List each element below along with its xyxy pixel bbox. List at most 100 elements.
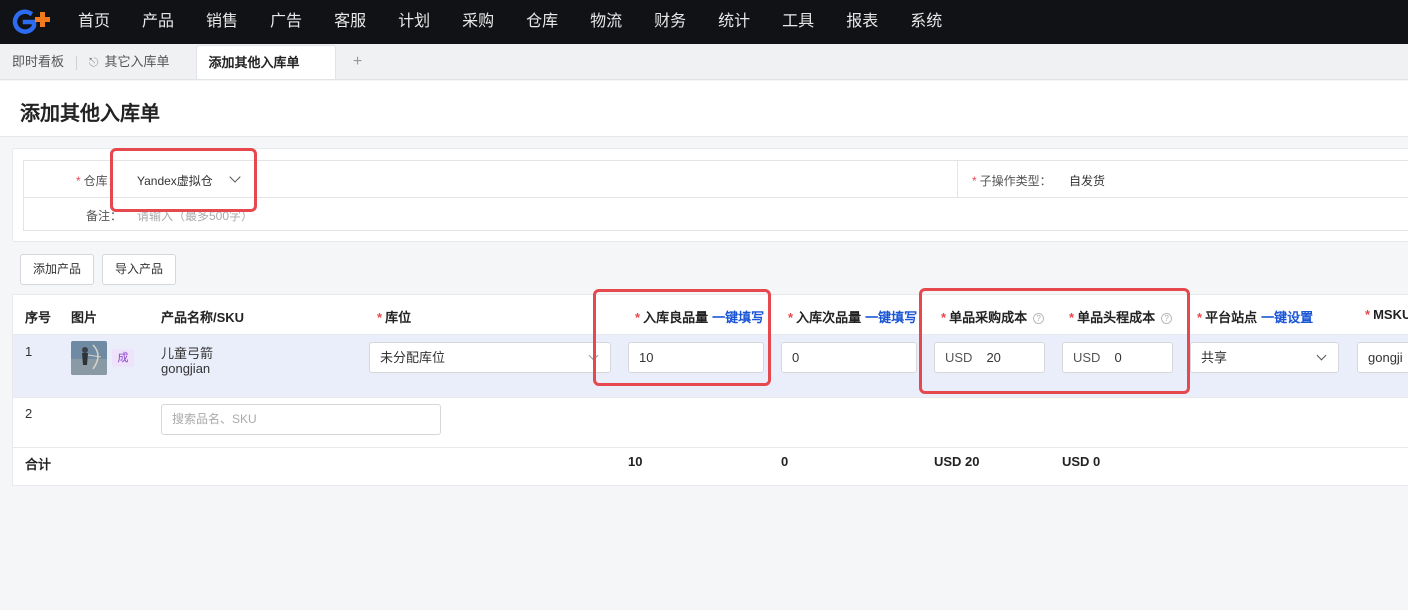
page-header: 添加其他入库单 bbox=[0, 81, 1408, 137]
good-qty-input[interactable]: 10 bbox=[628, 342, 764, 373]
required-mark: * bbox=[76, 174, 81, 188]
import-product-button[interactable]: 导入产品 bbox=[102, 254, 177, 285]
add-product-button[interactable]: 添加产品 bbox=[20, 254, 95, 285]
summary-good-qty: 10 bbox=[628, 454, 643, 469]
defect-qty-input[interactable]: 0 bbox=[781, 342, 917, 373]
remark-label: 备注： bbox=[86, 209, 123, 223]
head-cost-input[interactable]: USD 0 bbox=[1062, 342, 1173, 373]
product-table: 序号 图片 产品名称/SKU * 库位 * 入库良品量 一键填写 * 入库次品量 一键填写… bbox=[12, 294, 1408, 486]
required-mark: * bbox=[1365, 307, 1371, 322]
col-name-sku: 产品名称/SKU bbox=[161, 310, 245, 325]
msku-input[interactable]: gongji bbox=[1357, 342, 1408, 373]
warehouse-label: * 仓库： bbox=[76, 172, 120, 189]
pin-icon[interactable]: ⎋ bbox=[89, 45, 99, 79]
col-msku: * MSKU bbox=[1365, 307, 1408, 322]
col-seq: 序号 bbox=[25, 310, 52, 325]
nav-item-tools[interactable]: 工具 bbox=[766, 0, 830, 44]
warehouse-label-text: 仓库： bbox=[83, 174, 120, 188]
col-defect-qty-text: 入库次品量 bbox=[796, 310, 862, 325]
col-defect-qty: * 入库次品量 一键填写 bbox=[788, 307, 917, 326]
nav-item-plan[interactable]: 计划 bbox=[382, 0, 446, 44]
nav-item-sales[interactable]: 销售 bbox=[190, 0, 254, 44]
warehouse-select[interactable]: Yandex虚拟仓 bbox=[137, 172, 213, 189]
nav-item-system[interactable]: 系统 bbox=[894, 0, 958, 44]
nav-item-purchase[interactable]: 采购 bbox=[446, 0, 510, 44]
form-row: * 仓库： Yandex虚拟仓 * 子操作类型： 自发货 bbox=[24, 161, 1408, 198]
table-row: 2 搜索品名、SKU bbox=[13, 398, 1408, 448]
currency-label: USD bbox=[945, 350, 973, 365]
site-select[interactable]: 共享 bbox=[1190, 342, 1339, 373]
nav-item-service[interactable]: 客服 bbox=[318, 0, 382, 44]
col-site-text: 平台站点 bbox=[1205, 310, 1258, 325]
tab-add-other-inbound[interactable]: 添加其他入库单 bbox=[195, 45, 336, 79]
product-search-input[interactable]: 搜索品名、SKU bbox=[161, 404, 441, 435]
sub-op-label-text: 子操作类型： bbox=[979, 174, 1052, 188]
nav-item-products[interactable]: 产品 bbox=[126, 0, 190, 44]
page-title: 添加其他入库单 bbox=[20, 103, 160, 125]
chevron-down-icon bbox=[588, 350, 599, 361]
col-good-qty: * 入库良品量 一键填写 bbox=[635, 307, 764, 326]
col-location: * 库位 bbox=[377, 307, 411, 326]
tab-dashboard[interactable]: 即时看板 bbox=[0, 45, 76, 79]
remark-input[interactable]: 请输入（最多500字） bbox=[137, 207, 253, 224]
sub-op-type-label: * 子操作类型： bbox=[972, 172, 1052, 189]
form-grid: * 仓库： Yandex虚拟仓 * 子操作类型： 自发货 备注： 请输入（最多500… bbox=[23, 160, 1408, 231]
help-icon[interactable]: ? bbox=[1161, 313, 1173, 324]
chevron-down-icon[interactable] bbox=[229, 171, 241, 183]
purchase-cost-value: 20 bbox=[986, 350, 1001, 365]
nav-item-warehouse[interactable]: 仓库 bbox=[510, 0, 574, 44]
col-purchase-cost-text: 单品采购成本 bbox=[949, 310, 1028, 325]
row-seq: 2 bbox=[25, 406, 33, 421]
nav-item-home[interactable]: 首页 bbox=[62, 0, 126, 44]
purchase-cost-input[interactable]: USD 20 bbox=[934, 342, 1045, 373]
nav-item-finance[interactable]: 财务 bbox=[638, 0, 702, 44]
required-mark: * bbox=[1069, 310, 1075, 325]
col-site: * 平台站点 一键设置 bbox=[1197, 307, 1313, 326]
required-mark: * bbox=[1197, 310, 1203, 325]
chevron-down-icon bbox=[1316, 350, 1327, 361]
quick-fill-defect-link[interactable]: 一键填写 bbox=[865, 310, 917, 325]
nav-item-reports[interactable]: 报表 bbox=[830, 0, 894, 44]
required-mark: * bbox=[972, 174, 977, 188]
app-logo[interactable] bbox=[0, 0, 62, 44]
top-nav: 首页 产品 销售 广告 客服 计划 采购 仓库 物流 财务 统计 工具 报表 系… bbox=[0, 0, 1408, 44]
required-mark: * bbox=[941, 310, 947, 325]
form-divider bbox=[957, 161, 958, 198]
head-cost-value: 0 bbox=[1114, 350, 1122, 365]
site-value: 共享 bbox=[1201, 350, 1228, 365]
add-tab-button[interactable]: + bbox=[336, 45, 380, 79]
summary-label: 合计 bbox=[25, 457, 52, 472]
required-mark: * bbox=[635, 310, 641, 325]
summary-defect-qty: 0 bbox=[781, 454, 789, 469]
product-sku: gongjian bbox=[161, 361, 211, 376]
quick-fill-good-link[interactable]: 一键填写 bbox=[712, 310, 764, 325]
page-tabs: 即时看板 ⎋ 其它入库单 添加其他入库单 + bbox=[0, 44, 1408, 80]
tab-label: 即时看板 bbox=[12, 54, 65, 69]
sub-op-type-value[interactable]: 自发货 bbox=[1069, 172, 1105, 189]
tab-other-inbound[interactable]: ⎋ 其它入库单 bbox=[77, 45, 182, 79]
nav-item-ads[interactable]: 广告 bbox=[254, 0, 318, 44]
col-msku-text: MSKU bbox=[1373, 307, 1408, 322]
nav-item-statistics[interactable]: 统计 bbox=[702, 0, 766, 44]
tab-label: 添加其他入库单 bbox=[208, 54, 300, 70]
product-name: 儿童弓箭 bbox=[161, 346, 214, 361]
help-icon[interactable]: ? bbox=[1033, 313, 1045, 324]
summary-purchase-cost: USD 20 bbox=[934, 454, 980, 469]
col-head-cost-text: 单品头程成本 bbox=[1077, 310, 1156, 325]
quick-set-site-link[interactable]: 一键设置 bbox=[1261, 310, 1313, 325]
tab-label: 其它入库单 bbox=[104, 54, 170, 69]
table-row: 1 成 儿童弓箭 gongjian 未分配库位 10 0 USD 20 USD 0 … bbox=[13, 335, 1408, 398]
currency-label: USD bbox=[1073, 350, 1101, 365]
location-value: 未分配库位 bbox=[380, 350, 446, 365]
table-header: 序号 图片 产品名称/SKU * 库位 * 入库良品量 一键填写 * 入库次品量 一键填写… bbox=[13, 295, 1408, 335]
inbound-form: * 仓库： Yandex虚拟仓 * 子操作类型： 自发货 备注： 请输入（最多500… bbox=[12, 148, 1408, 242]
product-thumbnail[interactable] bbox=[71, 341, 107, 375]
location-select[interactable]: 未分配库位 bbox=[369, 342, 611, 373]
summary-row: 合计 10 0 USD 20 USD 0 bbox=[13, 448, 1408, 486]
col-unit-purchase-cost: * 单品采购成本? bbox=[941, 307, 1045, 326]
nav-item-logistics[interactable]: 物流 bbox=[574, 0, 638, 44]
col-good-qty-text: 入库良品量 bbox=[643, 310, 709, 325]
required-mark: * bbox=[788, 310, 794, 325]
col-image: 图片 bbox=[71, 310, 98, 325]
logo-icon bbox=[12, 9, 50, 34]
